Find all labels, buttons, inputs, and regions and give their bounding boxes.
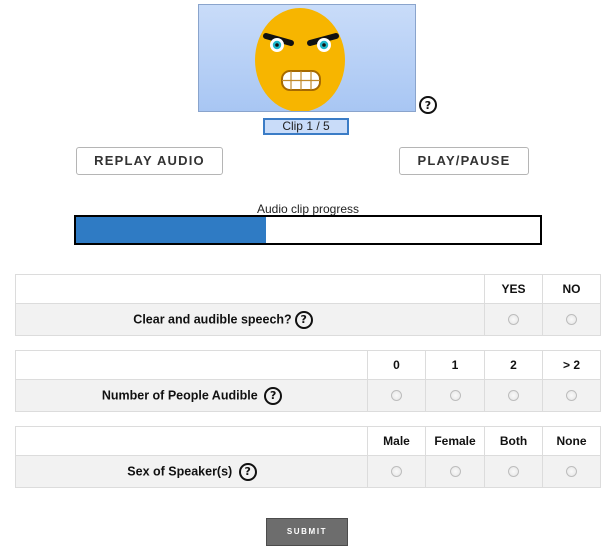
option-header: 2 xyxy=(484,350,543,380)
radio-both[interactable] xyxy=(508,465,519,477)
radio-people-1[interactable] xyxy=(449,389,461,401)
play-pause-button[interactable]: PLAY/PAUSE xyxy=(399,147,529,175)
help-icon[interactable]: ? xyxy=(238,462,257,481)
option-header: Both xyxy=(484,426,543,456)
option-header: 0 xyxy=(367,350,426,380)
submit-button[interactable]: SUBMIT xyxy=(266,518,348,546)
question-people: 0 1 2 > 2 Number of People Audible ? xyxy=(15,350,601,412)
radio-people-more[interactable] xyxy=(566,389,577,401)
question-text: Number of People Audible ? xyxy=(15,379,368,412)
option-header: > 2 xyxy=(542,350,601,380)
option-header: 1 xyxy=(425,350,485,380)
help-icon[interactable]: ? xyxy=(294,310,313,329)
clip-image xyxy=(198,4,416,112)
radio-people-2[interactable] xyxy=(508,389,519,401)
question-text: Sex of Speaker(s) ? xyxy=(15,455,368,488)
audio-progress-bar xyxy=(74,215,542,245)
question-clarity: YES NO Clear and audible speech?? xyxy=(15,274,601,336)
clip-counter: Clip 1 / 5 xyxy=(263,118,349,135)
option-header: None xyxy=(542,426,601,456)
option-header: YES xyxy=(484,274,543,304)
option-header: Male xyxy=(367,426,426,456)
help-icon[interactable]: ? xyxy=(264,386,283,405)
radio-yes[interactable] xyxy=(508,313,519,325)
question-sex: Male Female Both None Sex of Speaker(s) … xyxy=(15,426,601,488)
option-header: Female xyxy=(425,426,485,456)
header-blank xyxy=(15,426,368,456)
radio-people-0[interactable] xyxy=(391,389,402,401)
replay-audio-button[interactable]: REPLAY AUDIO xyxy=(76,147,223,175)
radio-female[interactable] xyxy=(449,465,461,477)
radio-male[interactable] xyxy=(391,465,402,477)
progress-label: Audio clip progress xyxy=(256,202,360,216)
question-text: Clear and audible speech?? xyxy=(15,303,485,336)
angry-face-icon xyxy=(255,8,345,111)
radio-no[interactable] xyxy=(566,313,577,325)
radio-none[interactable] xyxy=(566,465,577,477)
header-blank xyxy=(15,274,485,304)
help-icon[interactable]: ? xyxy=(419,96,437,114)
option-header: NO xyxy=(542,274,601,304)
header-blank xyxy=(15,350,368,380)
audio-progress-fill xyxy=(76,217,267,243)
